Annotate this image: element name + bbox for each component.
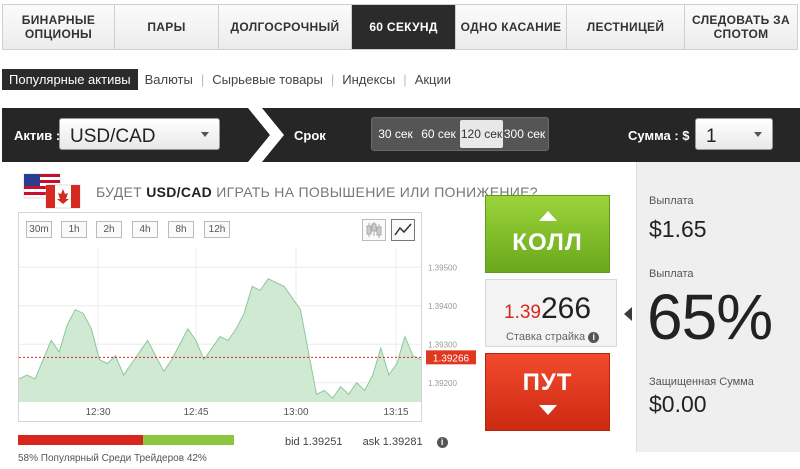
asset-select-value: USD/CAD (70, 126, 156, 147)
category-popular[interactable]: Популярные активы (2, 68, 138, 90)
sentiment-text: 58% Популярный Среди Трейдеров 42% (18, 453, 207, 464)
product-tabs: БИНАРНЫЕ ОПЦИОНЫ ПАРЫ ДОЛГОСРОЧНЫЙ 60 СЕ… (2, 4, 798, 50)
term-label: Срок (294, 128, 326, 143)
current-price-label: 1.39266 (433, 353, 470, 364)
sentiment-call-fill (143, 435, 234, 445)
step-arrow-icon (248, 108, 284, 162)
term-30-sec[interactable]: 30 сек (374, 120, 417, 148)
put-button[interactable]: ПУТ (485, 353, 610, 431)
info-icon[interactable]: i (588, 332, 600, 343)
call-button[interactable]: КОЛЛ (485, 195, 610, 273)
usd-cad-flag-icon (23, 173, 81, 209)
term-300-sec[interactable]: 300 сек (503, 120, 546, 148)
amount-select-value: 1 (706, 126, 717, 147)
amount-label: Сумма : $ (628, 128, 690, 143)
x-tick-label: 12:30 (85, 407, 110, 418)
term-120-sec[interactable]: 120 сек (460, 120, 503, 148)
arrow-up-icon (538, 211, 557, 221)
price-chart-plot: 1.39500 1.39400 1.39300 1.39200 12:30 12:45 13… (18, 248, 476, 418)
asset-label: Актив : (14, 128, 61, 143)
trade-question: БУДЕТ USD/CAD ИГРАТЬ НА ПОВЫШЕНИЕ ИЛИ ПО… (96, 184, 538, 200)
x-tick-label: 13:15 (383, 407, 408, 418)
payout-amount-label: Выплата (649, 195, 694, 207)
tab-binary-options[interactable]: БИНАРНЫЕ ОПЦИОНЫ (3, 5, 115, 49)
payout-amount-value: $1.65 (649, 216, 707, 242)
term-60-sec[interactable]: 60 сек (417, 120, 460, 148)
strike-value: 1.39266 (504, 292, 591, 326)
payout-panel: Выплата $1.65 Выплата 65% Защищенная Сум… (636, 162, 800, 452)
put-button-label: ПУТ (522, 369, 573, 396)
y-tick-label: 1.39400 (428, 302, 457, 311)
ask-value: ask 1.39281 (362, 436, 423, 448)
sentiment-put-fill (18, 435, 144, 445)
category-stocks[interactable]: Акции (408, 69, 458, 90)
strike-label-row: Ставка страйка i (506, 331, 600, 343)
question-asset: USD/CAD (146, 184, 213, 200)
tab-ladder[interactable]: ЛЕСТНИЦЕЙ (567, 5, 685, 49)
y-tick-label: 1.39500 (428, 263, 457, 272)
question-prefix: БУДЕТ (96, 184, 147, 200)
amount-select[interactable]: 1 (695, 118, 773, 150)
payout-percent-value: 65% (647, 281, 773, 353)
category-commodities[interactable]: Сырьевые товары (205, 69, 330, 90)
category-currencies[interactable]: Валюты (138, 69, 200, 90)
x-tick-label: 12:45 (183, 407, 208, 418)
tab-pairs[interactable]: ПАРЫ (115, 5, 219, 49)
protected-amount-value: $0.00 (649, 391, 707, 417)
tab-60-seconds[interactable]: 60 СЕКУНД (352, 5, 456, 49)
tab-follow-spot[interactable]: СЛЕДОВАТЬ ЗА СПОТОМ (685, 5, 797, 49)
strike-label: Ставка страйка (506, 331, 586, 343)
asset-select[interactable]: USD/CAD (59, 118, 220, 150)
category-indices[interactable]: Индексы (335, 69, 402, 90)
bid-ask-quote: bid 1.39251 ask 1.39281 i (285, 436, 448, 448)
chevron-down-icon (754, 132, 762, 137)
y-tick-label: 1.39300 (428, 340, 457, 349)
payout-percent-label: Выплата (649, 268, 694, 280)
pointer-arrow-icon (624, 307, 632, 321)
y-tick-label: 1.39200 (428, 379, 457, 388)
chevron-down-icon (201, 132, 209, 137)
protected-amount-label: Защищенная Сумма (649, 376, 754, 388)
term-selector: 30 сек 60 сек 120 сек 300 сек (371, 117, 549, 151)
asset-categories: Популярные активы Валюты | Сырьевые това… (2, 68, 458, 90)
info-icon[interactable]: i (436, 437, 448, 448)
strike-value-prefix: 1.39 (504, 302, 541, 323)
call-button-label: КОЛЛ (512, 229, 583, 256)
arrow-down-icon (538, 405, 557, 415)
x-tick-label: 13:00 (283, 407, 308, 418)
tab-long-term[interactable]: ДОЛГОСРОЧНЫЙ (219, 5, 352, 49)
price-area (19, 278, 421, 402)
strike-rate-box: 1.39266 Ставка страйка i (485, 279, 617, 347)
bid-value: bid 1.39251 (285, 436, 343, 448)
trader-sentiment-bar (18, 435, 234, 445)
strike-value-main: 266 (540, 292, 592, 325)
tab-one-touch[interactable]: ОДНО КАСАНИЕ (456, 5, 567, 49)
